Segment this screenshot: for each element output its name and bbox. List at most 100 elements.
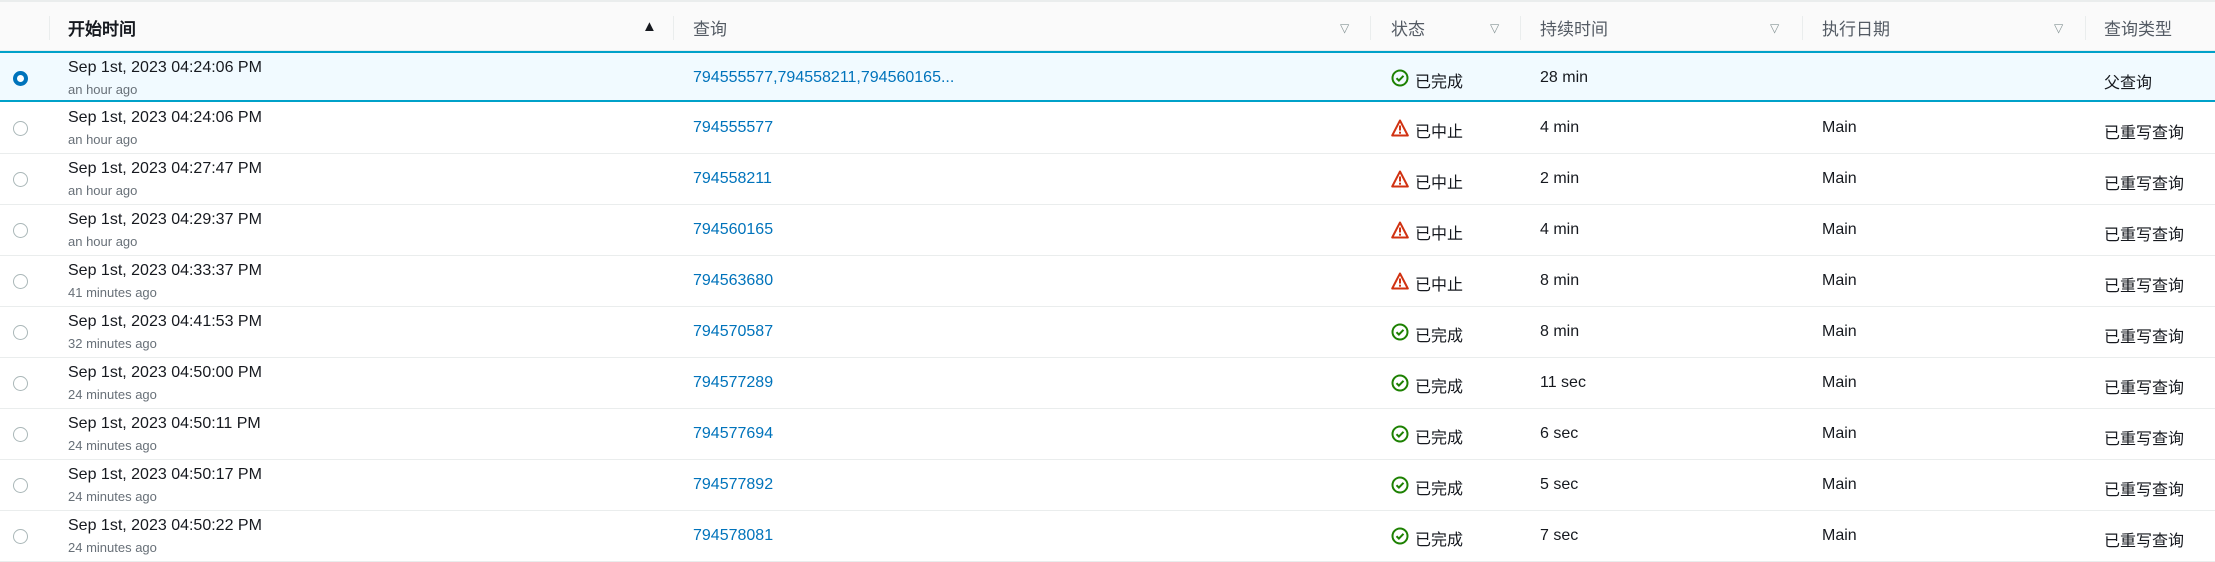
table-row[interactable]: Sep 1st, 2023 04:29:37 PM an hour ago 79…	[0, 205, 2215, 256]
header-duration[interactable]: 持续时间	[1540, 2, 1608, 52]
relative-time: 41 minutes ago	[68, 285, 157, 300]
relative-time: an hour ago	[68, 132, 138, 147]
start-time: Sep 1st, 2023 04:24:06 PM	[68, 59, 262, 76]
relative-time: 24 minutes ago	[68, 489, 157, 504]
relative-time: an hour ago	[68, 183, 138, 198]
header-status[interactable]: 状态	[1391, 2, 1425, 52]
sort-icon[interactable]: ▽	[1340, 21, 1349, 35]
query-type: 已重写查询	[2104, 227, 2185, 244]
exec-date: Main	[1822, 323, 1857, 340]
check-circle-icon	[1391, 69, 1409, 92]
table-row[interactable]: Sep 1st, 2023 04:50:22 PM 24 minutes ago…	[0, 511, 2215, 562]
status-text: 已完成	[1415, 328, 1464, 345]
warning-icon	[1391, 170, 1409, 193]
row-radio-button[interactable]	[13, 71, 28, 86]
header-start-time[interactable]: 开始时间	[68, 2, 136, 52]
status-text: 已中止	[1415, 124, 1464, 141]
table-row[interactable]: Sep 1st, 2023 04:33:37 PM 41 minutes ago…	[0, 256, 2215, 307]
row-radio-button[interactable]	[13, 376, 28, 391]
check-circle-icon	[1391, 374, 1409, 397]
query-link[interactable]: 794577694	[693, 425, 773, 443]
table-row[interactable]: Sep 1st, 2023 04:50:00 PM 24 minutes ago…	[0, 358, 2215, 409]
status-text: 已中止	[1415, 226, 1464, 243]
query-link[interactable]: 794577289	[693, 374, 773, 392]
table-row[interactable]: Sep 1st, 2023 04:41:53 PM 32 minutes ago…	[0, 307, 2215, 358]
query-link[interactable]: 794558211	[693, 170, 772, 188]
column-separator[interactable]	[1802, 16, 1803, 40]
row-radio-button[interactable]	[13, 121, 28, 136]
table-row[interactable]: Sep 1st, 2023 04:50:11 PM 24 minutes ago…	[0, 409, 2215, 460]
table-row[interactable]: Sep 1st, 2023 04:24:06 PM an hour ago 79…	[0, 103, 2215, 154]
query-type: 已重写查询	[2104, 176, 2185, 193]
row-radio-button[interactable]	[13, 223, 28, 238]
query-type: 已重写查询	[2104, 380, 2185, 397]
status-text: 已完成	[1415, 481, 1464, 498]
column-separator[interactable]	[2085, 16, 2086, 40]
check-circle-icon	[1391, 425, 1409, 448]
duration: 5 sec	[1540, 476, 1579, 493]
row-radio-button[interactable]	[13, 172, 28, 187]
query-type: 已重写查询	[2104, 533, 2185, 550]
relative-time: 24 minutes ago	[68, 540, 157, 555]
row-radio-button[interactable]	[13, 325, 28, 340]
header-query[interactable]: 查询	[693, 2, 727, 52]
start-time: Sep 1st, 2023 04:33:37 PM	[68, 262, 262, 279]
status-badge: 已完成	[1391, 526, 1463, 550]
sort-icon[interactable]: ▽	[1770, 21, 1779, 35]
status-badge: 已完成	[1391, 424, 1463, 448]
exec-date: Main	[1822, 527, 1857, 544]
status-badge: 已中止	[1391, 169, 1463, 193]
query-link[interactable]: 794555577,794558211,794560165...	[693, 69, 954, 87]
query-link[interactable]: 794563680	[693, 272, 773, 290]
header-exec-date[interactable]: 执行日期	[1822, 2, 1890, 52]
row-radio-button[interactable]	[13, 478, 28, 493]
duration: 8 min	[1540, 272, 1580, 289]
status-text: 已中止	[1415, 277, 1464, 294]
row-radio-button[interactable]	[13, 529, 28, 544]
header-query-type[interactable]: 查询类型	[2104, 2, 2172, 52]
status-badge: 已完成	[1391, 68, 1463, 92]
table-row[interactable]: Sep 1st, 2023 04:50:17 PM 24 minutes ago…	[0, 460, 2215, 511]
exec-date: Main	[1822, 476, 1857, 493]
status-badge: 已中止	[1391, 220, 1463, 244]
warning-icon	[1391, 272, 1409, 295]
status-text: 已中止	[1415, 175, 1464, 192]
status-badge: 已中止	[1391, 271, 1463, 295]
relative-time: 32 minutes ago	[68, 336, 157, 351]
sort-icon[interactable]: ▽	[2054, 21, 2063, 35]
sort-icon[interactable]: ▽	[1490, 21, 1499, 35]
status-badge: 已完成	[1391, 373, 1463, 397]
check-circle-icon	[1391, 323, 1409, 346]
duration: 4 min	[1540, 221, 1580, 238]
row-radio-button[interactable]	[13, 274, 28, 289]
column-separator[interactable]	[673, 16, 674, 40]
table-row[interactable]: Sep 1st, 2023 04:27:47 PM an hour ago 79…	[0, 154, 2215, 205]
row-radio-button[interactable]	[13, 427, 28, 442]
query-link[interactable]: 794577892	[693, 476, 773, 494]
column-separator[interactable]	[1520, 16, 1521, 40]
table-row[interactable]: Sep 1st, 2023 04:24:06 PM an hour ago 79…	[0, 51, 2215, 102]
start-time: Sep 1st, 2023 04:50:17 PM	[68, 466, 262, 483]
exec-date: Main	[1822, 170, 1857, 187]
query-link[interactable]: 794555577	[693, 119, 773, 137]
warning-icon	[1391, 221, 1409, 244]
exec-date: Main	[1822, 272, 1857, 289]
duration: 7 sec	[1540, 527, 1579, 544]
exec-date: Main	[1822, 425, 1857, 442]
check-circle-icon	[1391, 476, 1409, 499]
table-header: 开始时间 ▲ 查询 ▽ 状态 ▽ 持续时间 ▽ 执行日期 ▽ 查询类型	[0, 0, 2215, 52]
query-type: 已重写查询	[2104, 431, 2185, 448]
column-separator[interactable]	[1370, 16, 1371, 40]
start-time: Sep 1st, 2023 04:50:00 PM	[68, 364, 262, 381]
relative-time: an hour ago	[68, 82, 138, 97]
status-badge: 已中止	[1391, 118, 1463, 142]
query-link[interactable]: 794570587	[693, 323, 773, 341]
status-badge: 已完成	[1391, 322, 1463, 346]
exec-date: Main	[1822, 221, 1857, 238]
duration: 8 min	[1540, 323, 1580, 340]
query-type: 父查询	[2104, 75, 2153, 92]
sort-ascending-icon[interactable]: ▲	[642, 18, 657, 35]
query-link[interactable]: 794578081	[693, 527, 773, 545]
query-type: 已重写查询	[2104, 482, 2185, 499]
query-link[interactable]: 794560165	[693, 221, 773, 239]
